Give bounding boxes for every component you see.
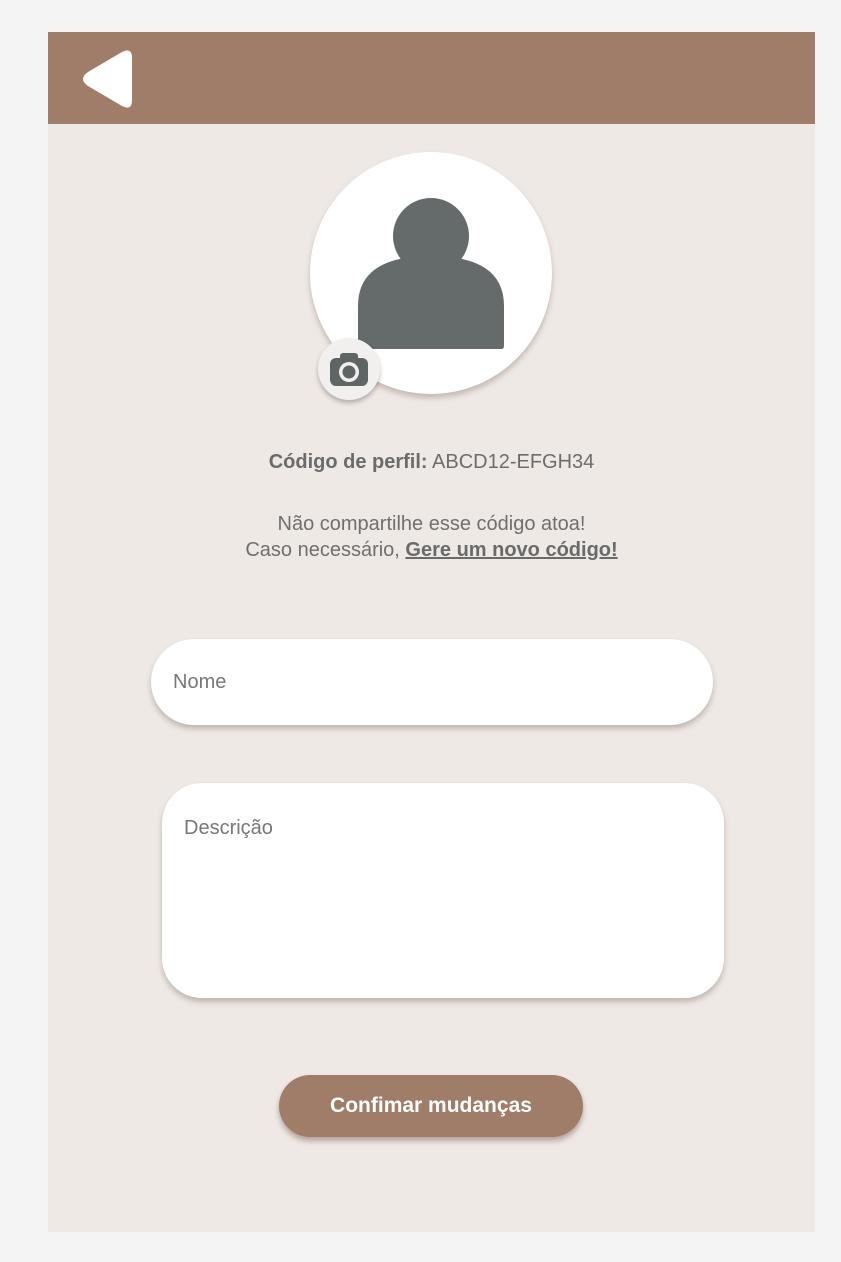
warning-line-2: Caso necessário, Gere um novo código!	[48, 537, 815, 563]
name-input[interactable]	[151, 639, 713, 725]
warning-text: Não compartilhe esse código atoa!	[277, 513, 586, 535]
code-warning: Não compartilhe esse código atoa! Caso n…	[48, 511, 815, 563]
profile-code-value: ABCD12-EFGH34	[432, 451, 595, 473]
back-button[interactable]	[78, 48, 138, 110]
warning-prefix: Caso necessário,	[245, 539, 400, 561]
profile-code: Código de perfil: ABCD12-EFGH34	[48, 451, 815, 474]
top-bar	[48, 32, 815, 124]
back-arrow-icon	[83, 50, 132, 108]
person-icon	[358, 198, 504, 349]
camera-icon	[330, 353, 368, 386]
generate-code-link[interactable]: Gere um novo código!	[405, 539, 617, 561]
profile-edit-screen: Código de perfil: ABCD12-EFGH34 Não comp…	[48, 32, 815, 1232]
change-photo-button[interactable]	[318, 338, 380, 400]
confirm-changes-button[interactable]: Confimar mudanças	[279, 1075, 583, 1137]
description-input[interactable]	[162, 783, 724, 998]
profile-code-label: Código de perfil:	[268, 451, 428, 473]
